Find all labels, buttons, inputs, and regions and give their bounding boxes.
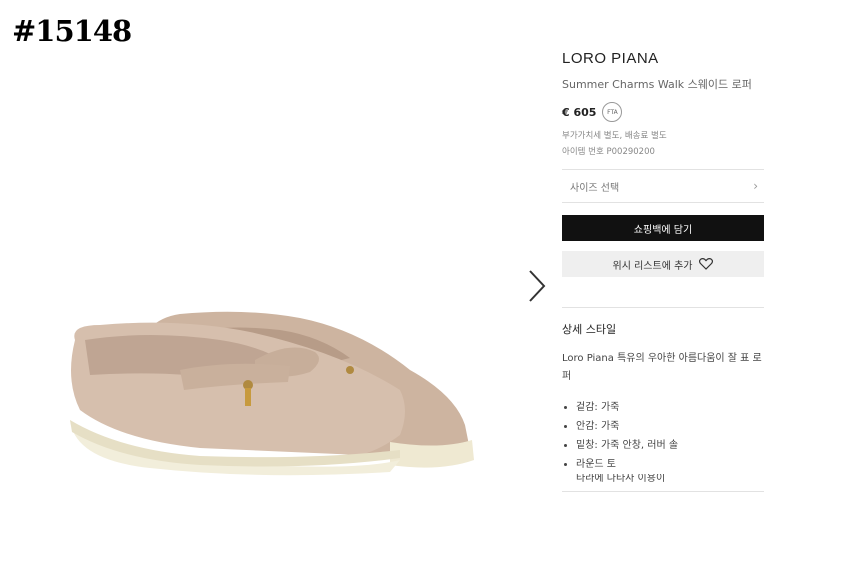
product-image-loafers — [70, 311, 474, 476]
add-to-wishlist-button[interactable]: 위시 리스트에 추가 — [562, 251, 764, 277]
chevron-right-icon — [529, 270, 546, 302]
list-item: 라운드 토 — [576, 455, 764, 474]
heart-icon — [699, 258, 714, 270]
divider — [562, 307, 764, 308]
list-item: 안감: 가죽 — [576, 417, 764, 436]
price-row: € 605 FTA — [562, 102, 764, 122]
details-list: 겉감: 가죽 안감: 가죽 밑창: 가죽 안창, 러버 솔 라운드 토 타라에 … — [562, 398, 764, 485]
item-number: 아이템 번호 P00290200 — [562, 147, 655, 157]
divider — [562, 491, 764, 492]
details-description: Loro Piana 특유의 우아한 아름다움이 잘 표 로퍼 — [562, 353, 762, 382]
add-to-bag-button[interactable]: 쇼핑백에 담기 — [562, 215, 764, 241]
list-item: 겉감: 가죽 — [576, 398, 764, 417]
add-to-bag-label: 쇼핑백에 담기 — [633, 224, 693, 236]
wishlist-label: 위시 리스트에 추가 — [612, 260, 693, 272]
chevron-right-icon: › — [753, 179, 758, 193]
details-title: 상세 스타일 — [562, 323, 617, 336]
size-select-label: 사이즈 선택 — [570, 182, 620, 194]
fta-badge: FTA — [602, 102, 623, 122]
product-name: Summer Charms Walk 스웨이드 로퍼 — [562, 78, 752, 91]
size-select[interactable]: 사이즈 선택 › — [562, 169, 764, 203]
list-item: 밑창: 가죽 안창, 러버 솔 — [576, 436, 764, 455]
next-image-button[interactable] — [526, 268, 548, 304]
tax-note: 부가가치세 별도, 배송료 별도 — [562, 131, 667, 141]
price: € 605 — [562, 105, 597, 119]
product-panel: LORO PIANA Summer Charms Walk 스웨이드 로퍼 € … — [562, 48, 764, 492]
watermark-text: #15148 — [12, 14, 132, 48]
brand-name[interactable]: LORO PIANA — [562, 50, 764, 67]
list-item: 타라에 나타사 이용이 — [576, 474, 764, 485]
